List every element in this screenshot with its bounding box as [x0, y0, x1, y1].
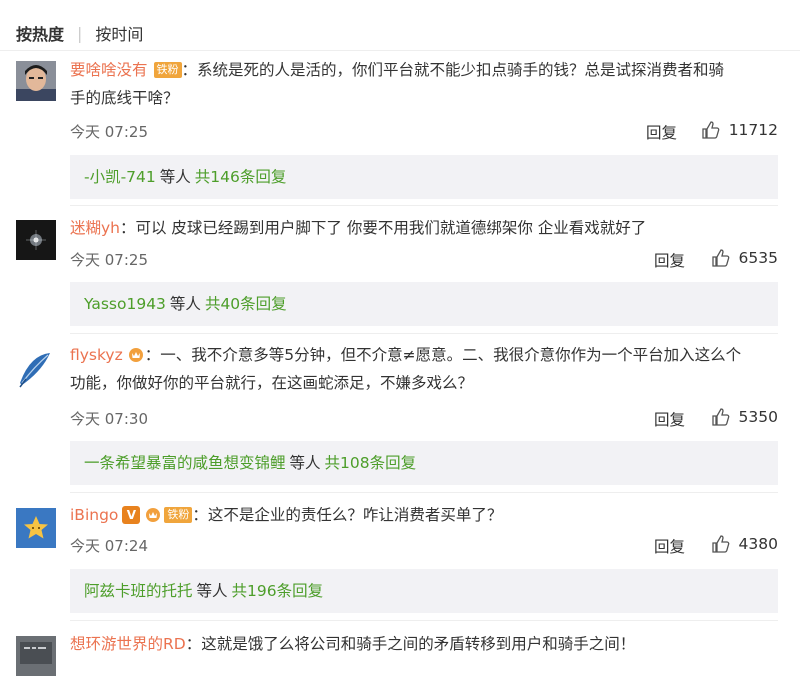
like-button[interactable]: 11712: [701, 120, 778, 140]
thumbs-up-icon: [711, 408, 729, 426]
like-count: 11712: [728, 121, 778, 139]
comment-text-continued: 手的底线干啥？: [70, 89, 179, 107]
comment-time: 今天 07:30: [70, 410, 148, 428]
comment-text-continued: 功能，你做好你的平台就行，在这画蛇添足，不嫌多戏么？: [70, 374, 474, 392]
fan-badge: 铁粉: [164, 507, 193, 523]
sort-by-hot-tab[interactable]: 按热度: [16, 21, 64, 45]
comment-username[interactable]: 迷糊yh: [70, 219, 120, 237]
reply-username[interactable]: 阿兹卡班的托托: [84, 582, 193, 600]
comment-text: ：系统是死的人是活的，你们平台就不能少扣点骑手的钱？总是试探消费者和骑: [181, 61, 725, 79]
comment-username[interactable]: 要啥啥没有: [70, 61, 148, 79]
sort-by-time-tab[interactable]: 按时间: [95, 21, 143, 45]
reply-button[interactable]: 回复: [654, 535, 685, 557]
reply-count-link[interactable]: 共40条回复: [205, 295, 287, 313]
reply-button[interactable]: 回复: [646, 121, 677, 143]
like-count: 4380: [738, 535, 778, 553]
comment-time: 今天 07:24: [70, 537, 148, 555]
reply-username[interactable]: 一条希望暴富的咸鱼想变锦鲤: [84, 454, 286, 472]
thumbs-up-icon: [711, 249, 729, 267]
vip-badge: V: [122, 506, 141, 524]
comment-content: 要啥啥没有 铁粉 ：系统是死的人是活的，你们平台就不能少扣点骑手的钱？总是试探消费者…: [70, 56, 778, 112]
comment-content: flyskyz ：一、我不介意多等5分钟，但不介意≠愿意。二、我很介意你作为一个平…: [70, 341, 778, 397]
crown-badge-icon: [127, 344, 145, 362]
comment-divider: [70, 205, 778, 206]
header-divider: [0, 50, 800, 51]
reply-count-link[interactable]: 共146条回复: [195, 168, 287, 186]
replies-summary[interactable]: 一条希望暴富的咸鱼想变锦鲤 等人 共108条回复: [70, 441, 778, 485]
like-button[interactable]: 4380: [711, 534, 778, 554]
comment-username[interactable]: flyskyz: [70, 346, 123, 364]
comment-content: iBingo V 铁粉 ：这不是企业的责任么？咋让消费者买单了？: [70, 501, 778, 529]
fan-badge: 铁粉: [153, 62, 182, 78]
reply-button[interactable]: 回复: [654, 249, 685, 271]
crown-badge-icon: [144, 504, 162, 522]
replies-summary[interactable]: Yasso1943 等人 共40条回复: [70, 282, 778, 326]
comment-text: ：一、我不介意多等5分钟，但不介意≠愿意。二、我很介意你作为一个平台加入这么个: [144, 346, 742, 364]
avatar[interactable]: [16, 349, 56, 389]
reply-username[interactable]: Yasso1943: [84, 295, 166, 313]
avatar[interactable]: [16, 220, 56, 260]
comment-divider: [70, 333, 778, 334]
sort-divider: |: [77, 23, 83, 43]
like-count: 5350: [738, 408, 778, 426]
comment-content: 想环游世界的RD：这就是饿了么将公司和骑手之间的矛盾转移到用户和骑手之间！: [70, 630, 778, 658]
comment-content: 迷糊yh：可以 皮球已经踢到用户脚下了 你要不用我们就道德绑架你 企业看戏就好了: [70, 214, 778, 242]
comment-time: 今天 07:25: [70, 123, 148, 141]
comment-time: 今天 07:25: [70, 251, 148, 269]
comment-divider: [70, 492, 778, 493]
reply-username[interactable]: -小凯-741: [84, 168, 156, 186]
reply-count-link[interactable]: 共108条回复: [325, 454, 417, 472]
avatar[interactable]: [16, 61, 56, 101]
avatar[interactable]: [16, 636, 56, 676]
comment-username[interactable]: 想环游世界的RD: [70, 635, 186, 653]
reply-button[interactable]: 回复: [654, 408, 685, 430]
thumbs-up-icon: [711, 535, 729, 553]
replies-summary[interactable]: 阿兹卡班的托托 等人 共196条回复: [70, 569, 778, 613]
like-button[interactable]: 6535: [711, 248, 778, 268]
like-count: 6535: [738, 249, 778, 267]
like-button[interactable]: 5350: [711, 407, 778, 427]
comment-divider: [70, 620, 778, 621]
comment-text: ：这就是饿了么将公司和骑手之间的矛盾转移到用户和骑手之间！: [185, 635, 636, 653]
thumbs-up-icon: [702, 121, 720, 139]
replies-summary[interactable]: -小凯-741 等人 共146条回复: [70, 155, 778, 199]
sort-bar: 按热度 | 按时间: [16, 20, 143, 46]
avatar[interactable]: [16, 508, 56, 548]
comment-text: ：这不是企业的责任么？咋让消费者买单了？: [192, 506, 503, 524]
comment-text: ：可以 皮球已经踢到用户脚下了 你要不用我们就道德绑架你 企业看戏就好了: [120, 219, 647, 237]
comment-username[interactable]: iBingo: [70, 506, 118, 524]
reply-count-link[interactable]: 共196条回复: [232, 582, 324, 600]
